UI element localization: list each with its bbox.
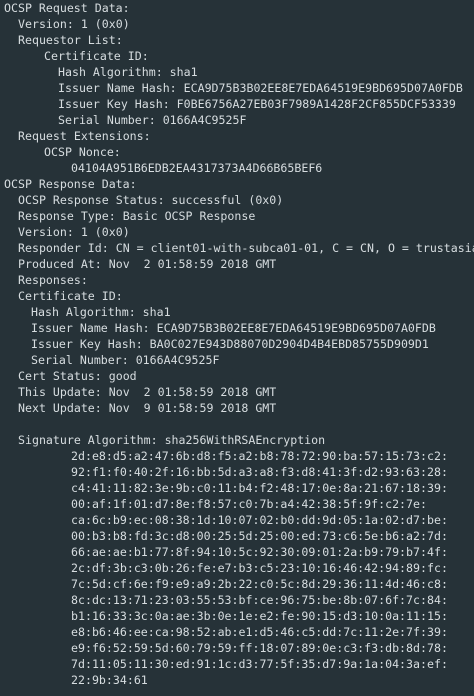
terminal-line: 7c:5d:cf:6e:f9:e9:a9:2b:22:c0:5c:8d:29:3… <box>71 577 448 591</box>
terminal-line: Certificate ID: <box>18 289 123 303</box>
terminal-line: Hash Algorithm: sha1 <box>31 305 171 319</box>
terminal-line: ca:6c:b9:ec:08:38:1d:10:07:02:b0:dd:9d:0… <box>71 513 448 527</box>
terminal-line: Responses: <box>18 273 88 287</box>
terminal-line: OCSP Request Data: <box>4 1 130 15</box>
terminal-line: Serial Number: 0166A4C9525F <box>31 353 220 367</box>
terminal-line: OCSP Response Data: <box>4 177 137 191</box>
terminal-line: e9:f6:52:59:5d:60:79:59:ff:18:07:89:0e:c… <box>71 641 448 655</box>
terminal-line: Request Extensions: <box>18 129 151 143</box>
terminal-line: 92:f1:f0:40:2f:16:bb:5d:a3:a8:f3:d8:41:3… <box>71 465 448 479</box>
terminal-line: Issuer Key Hash: F0BE6756A27EB03F7989A14… <box>58 97 456 111</box>
terminal-line: 00:af:1f:01:d7:8e:f8:57:c0:7b:a4:42:38:5… <box>71 497 427 511</box>
terminal-line: 7d:11:05:11:30:ed:91:1c:d3:77:5f:35:d7:9… <box>71 657 448 671</box>
terminal-line: 00:b3:b8:fd:3c:d8:00:25:5d:25:00:ed:73:c… <box>71 529 448 543</box>
terminal-line: Next Update: Nov 9 01:58:59 2018 GMT <box>18 401 277 415</box>
terminal-line: Issuer Name Hash: ECA9D75B3B02EE8E7EDA64… <box>58 81 463 95</box>
terminal-line: c4:41:11:82:3e:9b:c0:11:b4:f2:48:17:0e:8… <box>71 481 448 495</box>
terminal-line: Responder Id: CN = client01-with-subca01… <box>18 241 474 255</box>
terminal-line: Issuer Key Hash: BA0C027E943D88070D2904D… <box>31 337 429 351</box>
terminal-line: e8:b6:46:ee:ca:98:52:ab:e1:d5:46:c5:dd:7… <box>71 625 448 639</box>
terminal-line: Response Type: Basic OCSP Response <box>18 209 256 223</box>
terminal-line: 66:ae:ae:b1:77:8f:94:10:5c:92:30:09:01:2… <box>71 545 448 559</box>
terminal-line: Certificate ID: <box>44 49 149 63</box>
terminal-line: Issuer Name Hash: ECA9D75B3B02EE8E7EDA64… <box>31 321 436 335</box>
terminal-line: Version: 1 (0x0) <box>18 17 130 31</box>
terminal-line: b1:16:33:3c:0a:ae:3b:0e:1e:e2:fe:90:15:d… <box>71 609 448 623</box>
terminal-line: This Update: Nov 2 01:58:59 2018 GMT <box>18 385 277 399</box>
terminal-line: OCSP Nonce: <box>44 145 121 159</box>
terminal-output: OCSP Request Data: Version: 1 (0x0) Requ… <box>0 0 474 696</box>
terminal-line: Signature Algorithm: sha256WithRSAEncryp… <box>18 433 326 447</box>
terminal-line: OCSP Response Status: successful (0x0) <box>18 193 284 207</box>
terminal-line: 22:9b:34:61 <box>71 673 148 687</box>
terminal-line: 8c:dc:13:71:23:03:55:53:bf:ce:96:75:be:8… <box>71 593 448 607</box>
terminal-line: Serial Number: 0166A4C9525F <box>58 113 247 127</box>
terminal-line: Cert Status: good <box>18 369 137 383</box>
terminal-line: Version: 1 (0x0) <box>18 225 130 239</box>
terminal-line: 2d:e8:d5:a2:47:6b:d8:f5:a2:b8:78:72:90:b… <box>71 449 448 463</box>
terminal-line: Hash Algorithm: sha1 <box>58 65 198 79</box>
terminal-line: 2c:df:3b:c3:0b:26:fe:e7:b3:c5:23:10:16:4… <box>71 561 448 575</box>
terminal-line: Requestor List: <box>18 33 123 47</box>
terminal-line: Produced At: Nov 2 01:58:59 2018 GMT <box>18 257 277 271</box>
terminal-line: 04104A951B6EDB2EA4317373A4D66B65BEF6 <box>71 161 323 175</box>
